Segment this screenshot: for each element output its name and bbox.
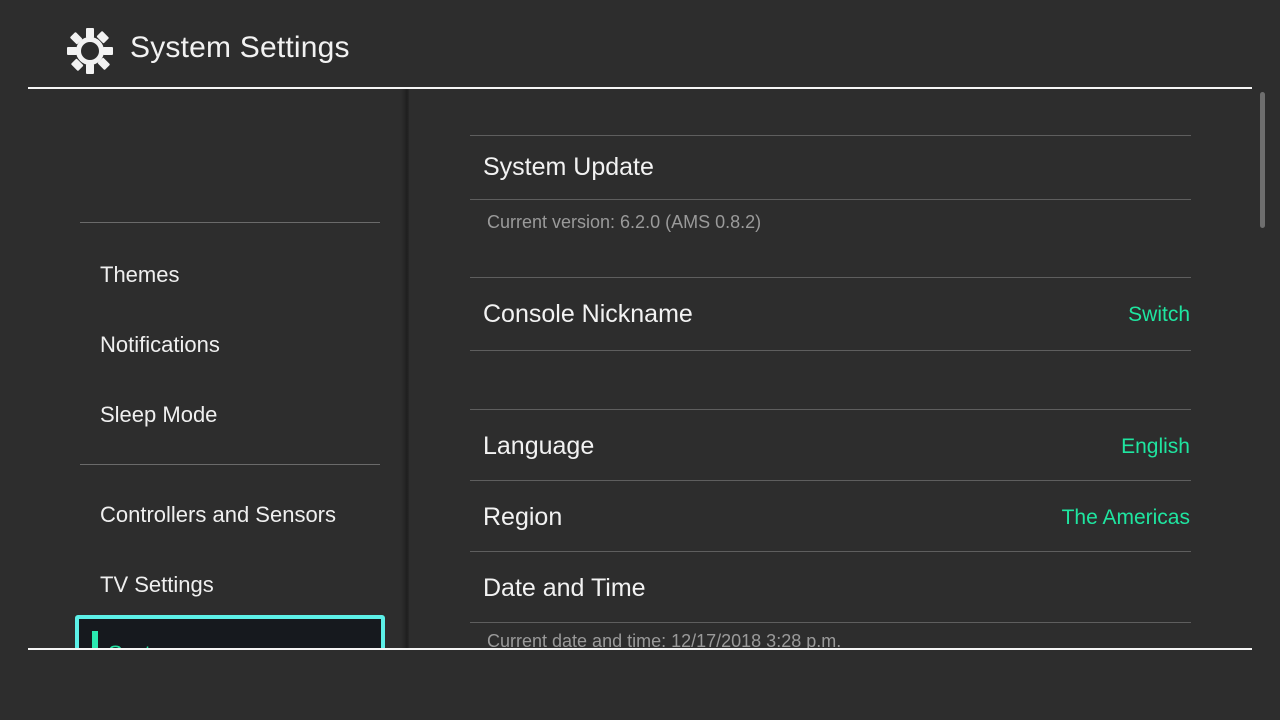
sidebar-divider-middle: [80, 464, 380, 465]
setting-row-language[interactable]: Language: [483, 432, 594, 461]
sidebar-item-label: System: [108, 641, 181, 648]
sidebar-item-notifications[interactable]: Notifications: [76, 320, 384, 370]
sidebar-item-label: TV Settings: [100, 572, 214, 597]
gear-icon: [66, 27, 114, 75]
setting-row-region[interactable]: Region: [483, 503, 562, 532]
region-value[interactable]: The Americas: [1062, 506, 1190, 530]
sidebar-item-controllers-and-sensors[interactable]: Controllers and Sensors: [76, 490, 384, 540]
row-divider: [470, 277, 1191, 278]
row-divider: [470, 350, 1191, 351]
system-update-version-text: Current version: 6.2.0 (AMS 0.8.2): [487, 212, 762, 232]
sidebar-item-label: Themes: [100, 262, 180, 287]
row-divider: [470, 199, 1191, 200]
row-divider: [470, 409, 1191, 410]
sidebar-item-themes[interactable]: Themes: [76, 250, 384, 300]
sidebar-divider-top: [80, 222, 380, 223]
sidebar-item-sleep-mode[interactable]: Sleep Mode: [76, 390, 384, 440]
page-title: System Settings: [130, 31, 350, 64]
console-nickname-value[interactable]: Switch: [1128, 303, 1190, 327]
sidebar: Themes Notifications Sleep Mode Controll…: [0, 89, 409, 648]
content-scrollbar-thumb[interactable]: [1260, 92, 1265, 228]
language-value[interactable]: English: [1121, 435, 1190, 459]
row-divider: [470, 551, 1191, 552]
sidebar-item-label: Controllers and Sensors: [100, 502, 337, 527]
setting-row-console-nickname[interactable]: Console Nickname: [483, 300, 693, 329]
header: System Settings: [0, 0, 1280, 89]
setting-row-system-update[interactable]: System Update: [483, 153, 654, 182]
footer: B Back A OK: [0, 650, 1280, 720]
system-settings-screen: System Settings Themes Notifications Sle…: [0, 0, 1280, 720]
row-divider: [470, 480, 1191, 481]
setting-row-date-and-time[interactable]: Date and Time: [483, 574, 646, 603]
selection-accent-bar: [92, 631, 98, 648]
sidebar-item-label: Sleep Mode: [100, 402, 218, 427]
row-divider: [470, 622, 1191, 623]
row-divider: [470, 135, 1191, 136]
sidebar-item-label: Notifications: [100, 332, 220, 357]
sidebar-item-system[interactable]: System: [75, 615, 385, 648]
sidebar-item-tv-settings[interactable]: TV Settings: [76, 560, 384, 610]
